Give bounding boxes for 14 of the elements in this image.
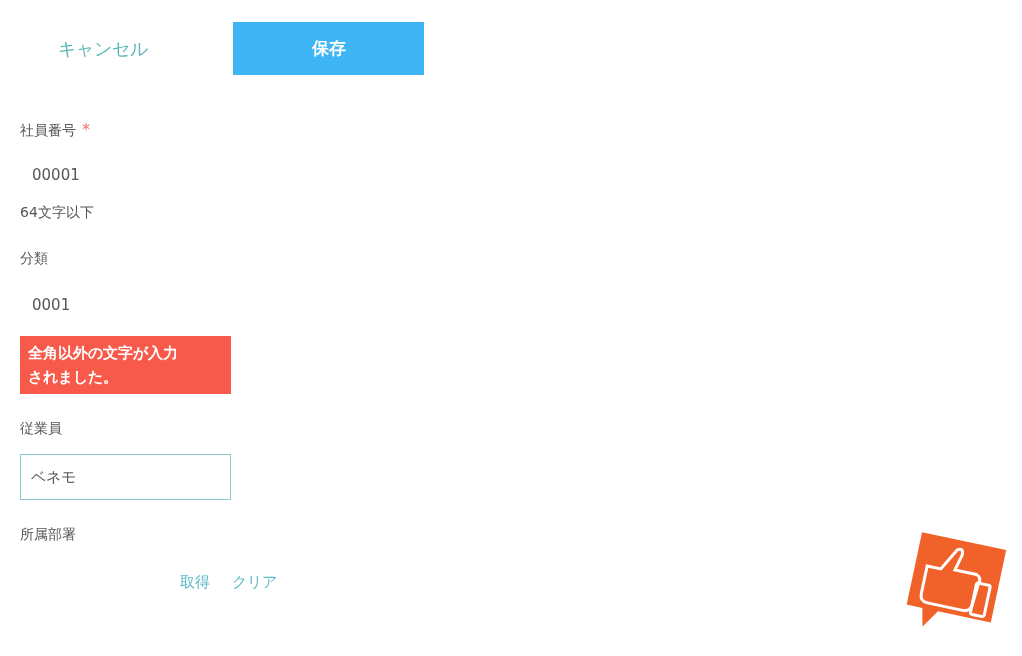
link[interactable]: 取得 [180, 573, 210, 592]
link[interactable]: クリア [232, 573, 277, 592]
field-label: 所属部署 [20, 526, 76, 544]
hint-text: 64文字以下 [20, 204, 95, 222]
field-label: 社員番号 [20, 122, 76, 140]
required-mark: * [82, 120, 90, 139]
save-button[interactable]: 保存 [233, 22, 424, 75]
error-message: 全角以外の文字が入力されました。 [20, 336, 231, 394]
field-label: 分類 [20, 250, 48, 268]
input-field[interactable]: ベネモ [20, 454, 231, 500]
field-value: 0001 [31, 295, 72, 316]
field-value: 00001 [31, 165, 81, 186]
cancel-button[interactable]: キャンセル [20, 22, 233, 75]
field-label: 従業員 [20, 420, 62, 438]
